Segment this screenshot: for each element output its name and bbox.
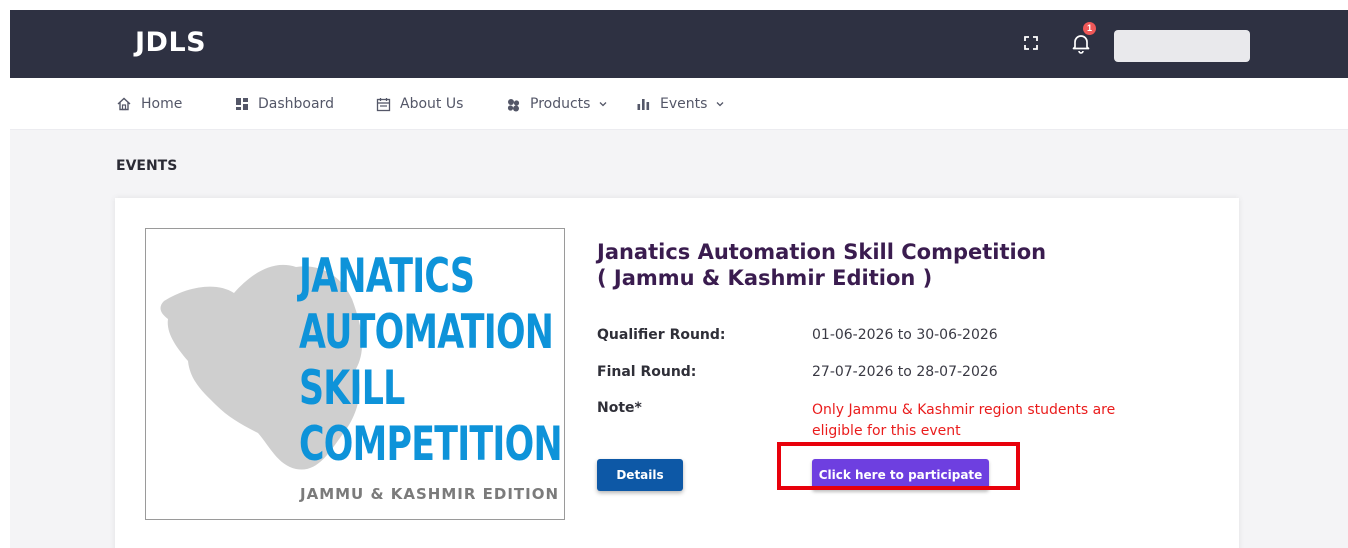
participate-button[interactable]: Click here to participate: [812, 459, 989, 490]
event-title: Janatics Automation Skill Competition ( …: [597, 239, 1117, 291]
fullscreen-icon[interactable]: [1023, 35, 1039, 51]
calendar-icon: [376, 97, 391, 111]
chevron-down-icon: [599, 102, 607, 107]
poster-headline-line: JANATICS: [299, 249, 475, 304]
chevron-down-icon: [716, 102, 724, 107]
nav-dashboard-label: Dashboard: [258, 96, 334, 112]
qualifier-round-label: Qualifier Round:: [597, 327, 726, 343]
notification-badge: 1: [1083, 22, 1096, 35]
final-round-label: Final Round:: [597, 364, 697, 380]
products-icon: [507, 98, 520, 111]
nav-item-dashboard[interactable]: Dashboard: [235, 78, 334, 130]
user-profile-menu[interactable]: [1114, 30, 1250, 62]
event-title-line: Janatics Automation Skill Competition: [597, 240, 1047, 264]
event-poster-image[interactable]: JANATICS AUTOMATION SKILL COMPETITION JA…: [145, 228, 565, 520]
home-icon: [117, 97, 131, 111]
nav-item-events[interactable]: Events: [636, 78, 725, 130]
app-window: JDLS 1 Home Dashboard About Us Products …: [10, 10, 1348, 548]
nav-item-about-us[interactable]: About Us: [376, 78, 463, 130]
dashboard-icon: [236, 98, 248, 110]
brand-logo[interactable]: JDLS: [135, 27, 206, 58]
note-label: Note*: [597, 400, 642, 416]
poster-headline-line: COMPETITION: [299, 417, 563, 472]
main-navbar: Home Dashboard About Us Products Events: [10, 78, 1348, 130]
event-card: JANATICS AUTOMATION SKILL COMPETITION JA…: [115, 198, 1239, 548]
nav-item-home[interactable]: Home: [116, 78, 182, 130]
nav-home-label: Home: [141, 96, 183, 112]
final-round-value: 27-07-2026 to 28-07-2026: [812, 364, 998, 380]
note-text: Only Jammu & Kashmir region students are…: [812, 402, 1116, 439]
qualifier-round-value: 01-06-2026 to 30-06-2026: [812, 327, 998, 343]
poster-headline-line: SKILL: [299, 361, 405, 416]
nav-products-label: Products: [530, 96, 591, 112]
bar-chart-icon: [637, 98, 650, 110]
poster-headline-line: AUTOMATION: [299, 305, 554, 360]
details-button[interactable]: Details: [597, 459, 683, 491]
page-title: EVENTS: [116, 158, 178, 174]
nav-about-us-label: About Us: [400, 96, 464, 112]
nav-events-label: Events: [660, 96, 708, 112]
top-header: JDLS 1: [10, 10, 1348, 78]
poster-edition-text: JAMMU & KASHMIR EDITION: [300, 485, 560, 503]
page: JDLS 1 Home Dashboard About Us Products …: [0, 0, 1348, 548]
nav-item-products[interactable]: Products: [506, 78, 608, 130]
event-title-line: ( Jammu & Kashmir Edition ): [597, 266, 933, 290]
